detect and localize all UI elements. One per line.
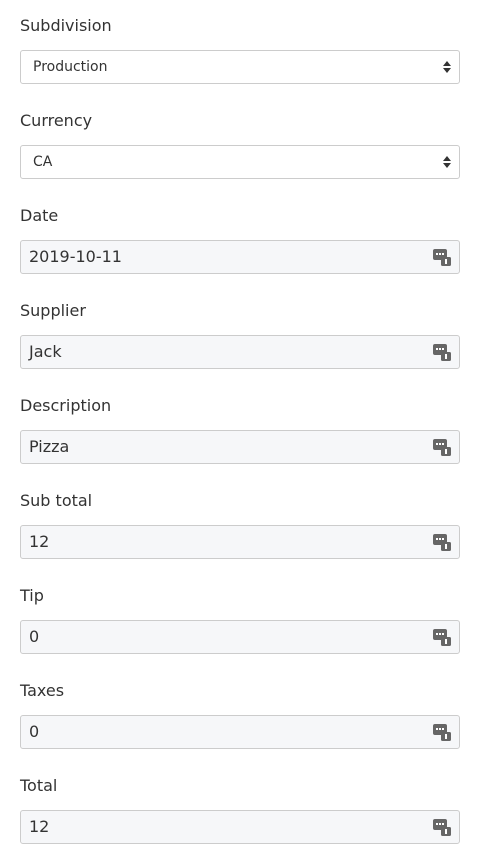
currency-value: CA — [33, 154, 53, 170]
total-input[interactable]: 12 — [20, 810, 460, 844]
currency-label: Currency — [20, 111, 93, 130]
tip-label: Tip — [20, 586, 44, 605]
taxes-label: Taxes — [20, 681, 65, 700]
description-label: Description — [20, 396, 112, 415]
keyboard-icon[interactable] — [433, 818, 451, 836]
tip-value: 0 — [29, 627, 40, 646]
keyboard-icon[interactable] — [433, 248, 451, 266]
currency-select[interactable]: CA — [20, 145, 460, 179]
date-input[interactable]: 2019-10-11 — [20, 240, 460, 274]
taxes-input[interactable]: 0 — [20, 715, 460, 749]
supplier-label: Supplier — [20, 301, 86, 320]
date-label: Date — [20, 206, 59, 225]
date-value: 2019-10-11 — [29, 247, 122, 266]
keyboard-icon[interactable] — [433, 343, 451, 361]
total-label: Total — [20, 776, 58, 795]
sub-total-label: Sub total — [20, 491, 93, 510]
supplier-value: Jack — [29, 342, 62, 361]
keyboard-icon[interactable] — [433, 723, 451, 741]
sub-total-input[interactable]: 12 — [20, 525, 460, 559]
description-value: Pizza — [29, 437, 70, 456]
keyboard-icon[interactable] — [433, 533, 451, 551]
subdivision-select[interactable]: Production — [20, 50, 460, 84]
description-input[interactable]: Pizza — [20, 430, 460, 464]
sort-icon — [443, 61, 451, 73]
sub-total-value: 12 — [29, 532, 50, 551]
taxes-value: 0 — [29, 722, 40, 741]
tip-input[interactable]: 0 — [20, 620, 460, 654]
subdivision-label: Subdivision — [20, 16, 112, 35]
keyboard-icon[interactable] — [433, 628, 451, 646]
keyboard-icon[interactable] — [433, 438, 451, 456]
sort-icon — [443, 156, 451, 168]
total-value: 12 — [29, 817, 50, 836]
supplier-input[interactable]: Jack — [20, 335, 460, 369]
subdivision-value: Production — [33, 59, 108, 75]
